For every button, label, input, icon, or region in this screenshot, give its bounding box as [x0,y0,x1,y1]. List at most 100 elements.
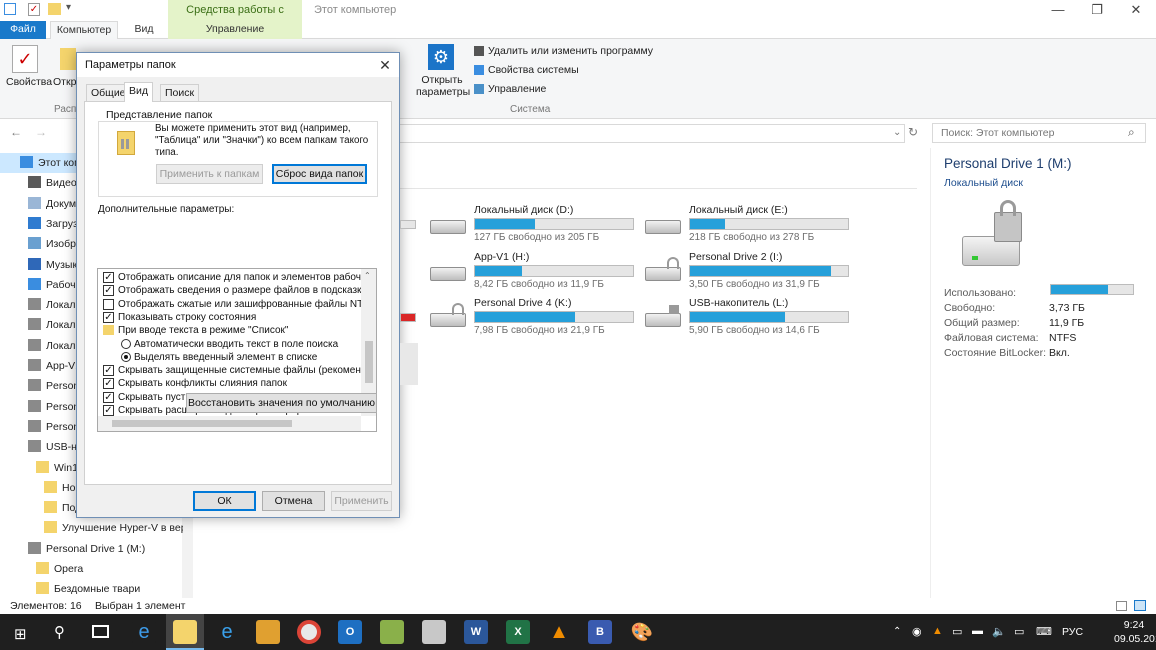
language-indicator[interactable]: РУС [1062,626,1083,638]
outlook-icon[interactable]: O [338,620,362,644]
tray-expand-icon[interactable]: ⌃ [893,626,901,637]
large-icons-view-icon[interactable] [1134,600,1146,611]
refresh-icon[interactable]: ↻ [908,125,918,139]
search-icon[interactable]: ⌕ [1128,125,1135,140]
radio-button[interactable] [121,338,131,349]
uninstall-program-button[interactable]: Удалить или изменить программу [488,45,653,57]
settings-horizontal-scrollbar[interactable] [98,416,361,431]
drive-tile[interactable]: Personal Drive 4 (K:) 7,98 ГБ свободно из… [428,297,634,341]
edge-icon[interactable]: e [132,620,156,644]
paint-palette-icon[interactable]: 🎨 [630,620,654,644]
tray-volume-icon[interactable]: 🔈 [992,625,1006,638]
start-windows-icon[interactable]: ⊞ [14,625,27,643]
back-arrow-icon[interactable]: ← [10,125,22,139]
locked-drive-icon [28,399,41,412]
option-checkbox-row[interactable]: ✓ Скрывать защищенные системные файлы (ре… [103,364,361,377]
search-input[interactable]: Поиск: Этот компьютер [932,123,1146,143]
apply-button[interactable]: Применить [331,491,392,511]
gear-icon[interactable]: ⚙ [428,44,454,70]
option-checkbox-row[interactable]: ✓ Скрывать конфликты слияния папок [103,377,287,390]
folder-icon [44,480,57,493]
drive-tile[interactable]: Локальный диск (E:) 218 ГБ свободно из 27… [643,204,849,248]
option-radio-row[interactable]: Выделять введенный элемент в списке [121,351,317,364]
scroll-up-icon[interactable]: ⌃ [364,271,371,280]
checkbox[interactable]: ✓ [103,285,114,297]
maximize-button[interactable]: ❐ [1077,0,1117,21]
tab-view[interactable]: Вид [124,21,164,39]
tray-usb-icon[interactable]: ▬ [972,625,983,637]
checkbox[interactable]: ✓ [103,311,114,323]
excel-icon[interactable]: X [506,620,530,644]
file-explorer-icon[interactable] [173,620,197,644]
drive-tile[interactable]: App-V1 (H:) 8,42 ГБ свободно из 11,9 ГБ [428,251,634,295]
hscroll-thumb[interactable] [112,420,292,427]
vlc-icon[interactable]: ▲ [547,620,571,644]
tray-keyboard-icon[interactable]: ⌨ [1036,625,1052,638]
cancel-button[interactable]: Отмена [262,491,325,511]
details-view-icon[interactable] [1116,601,1127,611]
task-view-icon[interactable] [92,625,109,638]
tab-view-dialog[interactable]: Вид [124,82,153,102]
checkbox[interactable]: ✓ [103,272,114,283]
drive-name: Локальный диск (E:) [689,204,788,216]
qat-dropdown-icon[interactable]: ▾ [66,2,71,13]
tab-manage[interactable]: Управление [168,21,302,39]
chrome-icon[interactable] [297,620,321,644]
manage-button[interactable]: Управление [488,83,546,95]
checkbox[interactable]: ✓ [103,365,114,377]
tab-search[interactable]: Поиск [160,84,200,102]
reset-folders-button[interactable]: Сброс вида папок [272,164,367,184]
option-checkbox-row[interactable]: ✓ Отображать описание для папок и элемент… [103,271,367,284]
checkbox[interactable]: ✓ [103,378,114,390]
address-dropdown-icon[interactable]: ⌄ [893,127,901,138]
tray-network-icon[interactable]: ▭ [952,625,962,638]
new-folder-quick-icon[interactable] [48,3,61,15]
close-button[interactable]: ✕ [1116,0,1156,21]
clock[interactable]: 9:24 09.05.2016 [1114,618,1156,646]
checkbox[interactable]: ✓ [103,405,114,416]
open-settings-button[interactable]: Открыть параметры [416,74,470,98]
search-taskbar-icon[interactable]: ⚲ [54,623,65,641]
open-icon[interactable] [60,48,76,70]
nav-item[interactable]: Бездомные твари [0,579,183,599]
word-icon[interactable]: W [464,620,488,644]
nav-item[interactable]: Улучшение Hyper-V в вер [0,518,183,538]
nav-item[interactable]: Opera [0,559,183,579]
app-icon[interactable] [380,620,404,644]
tray-record-icon[interactable]: ◉ [912,625,922,638]
drive-tile[interactable]: Локальный диск (D:) 127 ГБ свободно из 20… [428,204,634,248]
forward-arrow-icon[interactable]: → [35,125,47,139]
properties-button[interactable]: Свойства [6,76,52,88]
app-b-icon[interactable]: B [588,620,612,644]
option-checkbox-row[interactable]: При вводе текста в режиме "Список" [103,324,288,337]
address-bar[interactable] [395,124,905,143]
checkbox[interactable] [103,298,114,310]
open-button[interactable]: Откр [53,76,76,88]
option-radio-row[interactable]: Автоматически вводить текст в поле поиск… [121,338,338,351]
apply-to-folders-button[interactable]: Применить к папкам [156,164,263,184]
tab-computer[interactable]: Компьютер [50,21,118,39]
option-checkbox-row[interactable]: ✓ Отображать сведения о размере файлов в … [103,284,361,297]
restore-defaults-button[interactable]: Восстановить значения по умолчанию [186,393,377,413]
drive-tile[interactable]: USB-накопитель (L:) 5,90 ГБ свободно из 1… [643,297,849,341]
dialog-close-icon[interactable]: ✕ [375,55,395,75]
properties-icon[interactable]: ✓ [12,45,38,73]
internet-explorer-icon[interactable]: e [215,620,239,644]
nav-item[interactable]: Personal Drive 1 (M:) [0,539,183,559]
drive-tile[interactable]: Personal Drive 2 (I:) 3,50 ГБ свободно из… [643,251,849,295]
option-checkbox-row[interactable]: ✓ Показывать строку состояния [103,311,256,324]
radio-button[interactable] [121,351,131,362]
checkbox[interactable]: ✓ [103,391,114,403]
system-properties-button[interactable]: Свойства системы [488,64,579,76]
minimize-button[interactable]: — [1038,0,1078,21]
scroll-thumb[interactable] [365,341,373,383]
tab-file[interactable]: Файл [0,21,46,39]
computer-icon [20,156,33,168]
media-player-icon[interactable] [256,620,280,644]
paint-icon[interactable] [422,620,446,644]
tray-display-icon[interactable]: ▭ [1014,625,1024,638]
properties-quick-icon[interactable]: ✓ [28,3,40,16]
ok-button[interactable]: ОК [193,491,256,511]
option-checkbox-row[interactable]: Отображать сжатые или зашифрованные файл… [103,298,366,311]
tray-vlc-icon[interactable]: ▲ [932,625,943,637]
